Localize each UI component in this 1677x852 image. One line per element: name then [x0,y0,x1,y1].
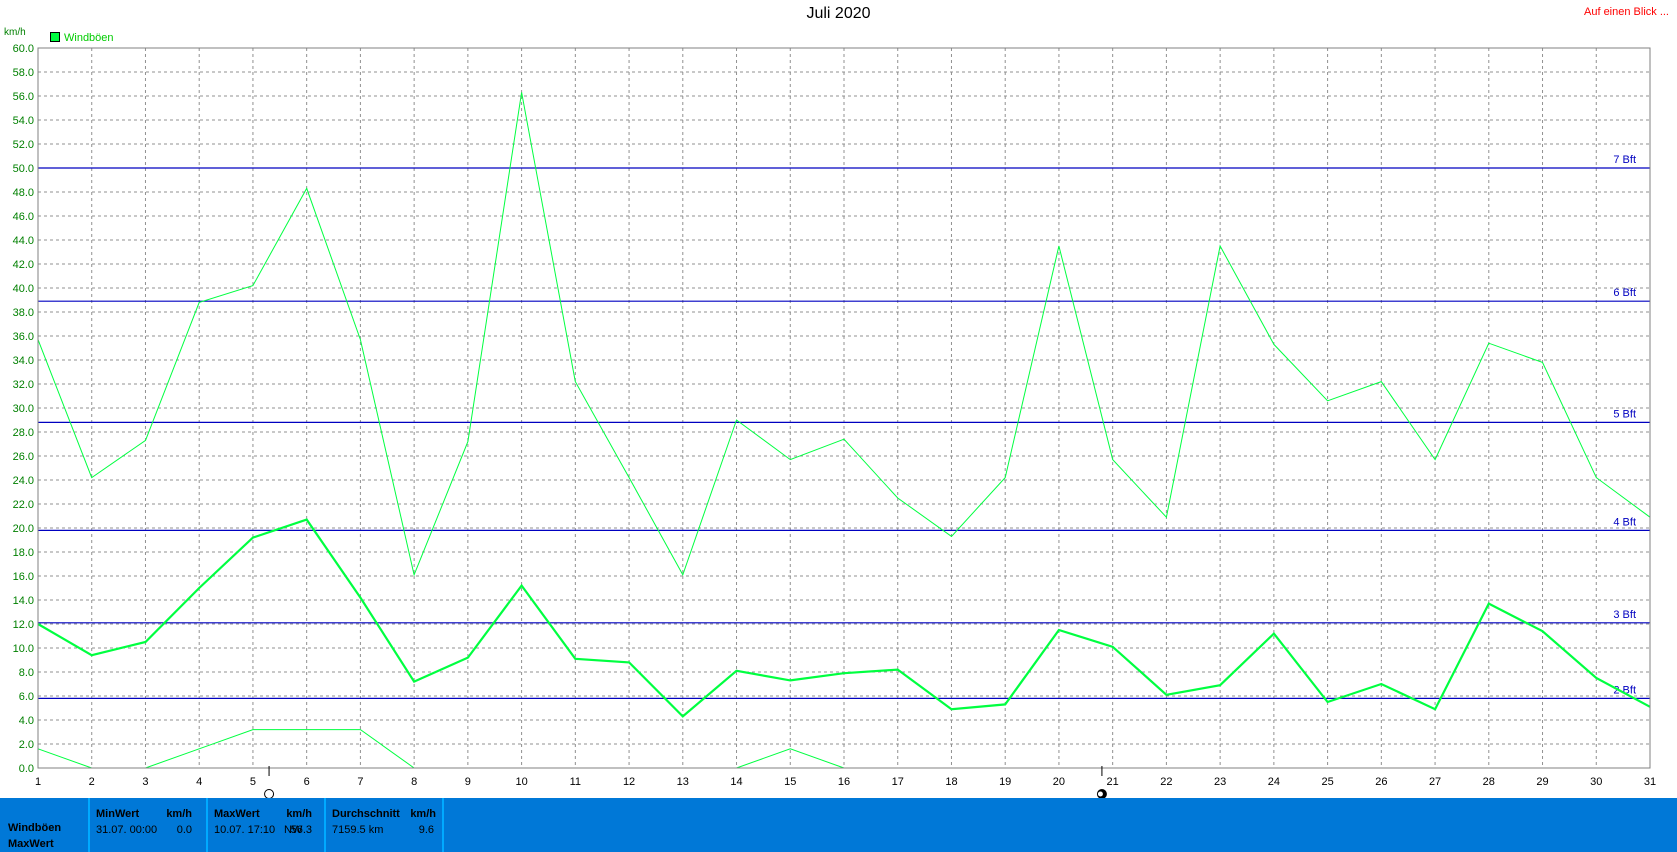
x-tick-label: 17 [892,776,904,788]
footer-row-label-2: MaxWert [8,838,54,850]
legend: Windböen [50,32,114,44]
y-tick-label: 60.0 [13,43,34,55]
wind-gust-chart: 2 Bft 3 Bft 4 Bft 5 Bft 6 Bft 7 Bft 0.0 2.0 4.0… [13,43,1656,799]
y-tick-label: 36.0 [13,331,34,343]
x-tick-label: 10 [515,776,527,788]
x-tick-label: 3 [142,776,148,788]
x-tick-label: 28 [1483,776,1495,788]
x-tick-label: 29 [1536,776,1548,788]
y-tick-label: 10.0 [13,643,34,655]
y-tick-label: 14.0 [13,595,34,607]
x-tick-label: 16 [838,776,850,788]
y-tick-label: 32.0 [13,379,34,391]
x-tick-label: 22 [1160,776,1172,788]
x-tick-label: 19 [999,776,1011,788]
x-tick-label: 5 [250,776,256,788]
y-tick-label: 42.0 [13,259,34,271]
max-value: 56.3 [290,824,312,836]
x-tick-label: 23 [1214,776,1226,788]
y-tick-label: 8.0 [19,667,34,679]
min-header: MinWert [96,808,140,820]
y-tick-label: 50.0 [13,163,34,175]
beaufort-label: 3 Bft [1613,609,1636,621]
max-date: 10.07. 17:10 [214,824,276,836]
y-tick-label: 18.0 [13,547,34,559]
x-tick-label: 6 [304,776,310,788]
x-tick-label: 24 [1268,776,1280,788]
y-tick-label: 52.0 [13,139,34,151]
y-tick-label: 28.0 [13,427,34,439]
x-tick-label: 14 [730,776,742,788]
max-header: MaxWert [214,808,260,820]
footer-row-label: Windböen [8,822,62,834]
x-tick-label: 25 [1321,776,1333,788]
avg-unit: km/h [410,808,436,820]
x-tick-label: 8 [411,776,417,788]
y-tick-label: 20.0 [13,523,34,535]
y-tick-label: 40.0 [13,283,34,295]
min-value: 0.0 [176,824,192,836]
min-date: 31.07. 00:00 [96,824,158,836]
y-tick-label: 12.0 [13,619,34,631]
y-tick-label: 56.0 [13,91,34,103]
beaufort-label: 7 Bft [1613,154,1636,166]
y-tick-label: 38.0 [13,307,34,319]
x-tick-label: 15 [784,776,796,788]
avg-distance: 7159.5 km [332,824,384,836]
x-tick-label: 7 [357,776,363,788]
legend-swatch [50,32,60,42]
chart-title: Juli 2020 [806,5,871,22]
min-unit: km/h [166,808,192,820]
x-tick-label: 18 [945,776,957,788]
x-tick-label: 26 [1375,776,1387,788]
y-tick-label: 4.0 [19,715,34,727]
beaufort-label: 6 Bft [1613,287,1636,299]
x-tick-label: 31 [1644,776,1656,788]
x-tick-label: 2 [89,776,95,788]
y-tick-label: 58.0 [13,67,34,79]
y-tick-label: 46.0 [13,211,34,223]
x-tick-label: 20 [1053,776,1065,788]
x-tick-label: 30 [1590,776,1602,788]
x-tick-label: 4 [196,776,202,788]
beaufort-label: 2 Bft [1613,684,1636,696]
y-tick-label: 16.0 [13,571,34,583]
new-moon-crescent [1097,791,1103,797]
max-unit: km/h [286,808,312,820]
y-tick-label: 24.0 [13,475,34,487]
y-tick-label: 34.0 [13,355,34,367]
max-stat-box: MaxWert km/h 10.07. 17:10 NW 56.3 [206,798,320,852]
x-tick-label: 11 [570,776,581,788]
x-tick-label: 9 [465,776,471,788]
y-tick-label: 48.0 [13,187,34,199]
y-tick-label: 2.0 [19,739,34,751]
y-tick-label: 30.0 [13,403,34,415]
x-tick-label: 27 [1429,776,1441,788]
y-tick-label: 54.0 [13,115,34,127]
avg-stat-box: Durchschnitt km/h 7159.5 km 9.6 [324,798,444,852]
legend-label: Windböen [64,32,114,44]
min-stat-box: MinWert km/h 31.07. 00:00 0.0 [88,798,202,852]
x-tick-label: 1 [35,776,41,788]
y-tick-label: 44.0 [13,235,34,247]
y-axis-unit: km/h [4,27,26,38]
overview-link[interactable]: Auf einen Blick ... [1584,6,1669,18]
x-tick-label: 21 [1107,776,1119,788]
y-tick-label: 26.0 [13,451,34,463]
y-tick-label: 0.0 [19,763,34,775]
y-tick-label: 6.0 [19,691,34,703]
y-tick-label: 22.0 [13,499,34,511]
avg-header: Durchschnitt [332,808,400,820]
beaufort-label: 4 Bft [1613,516,1636,528]
x-tick-label: 12 [623,776,635,788]
x-tick-label: 13 [677,776,689,788]
beaufort-label: 5 Bft [1613,408,1636,420]
avg-value: 9.6 [418,824,434,836]
